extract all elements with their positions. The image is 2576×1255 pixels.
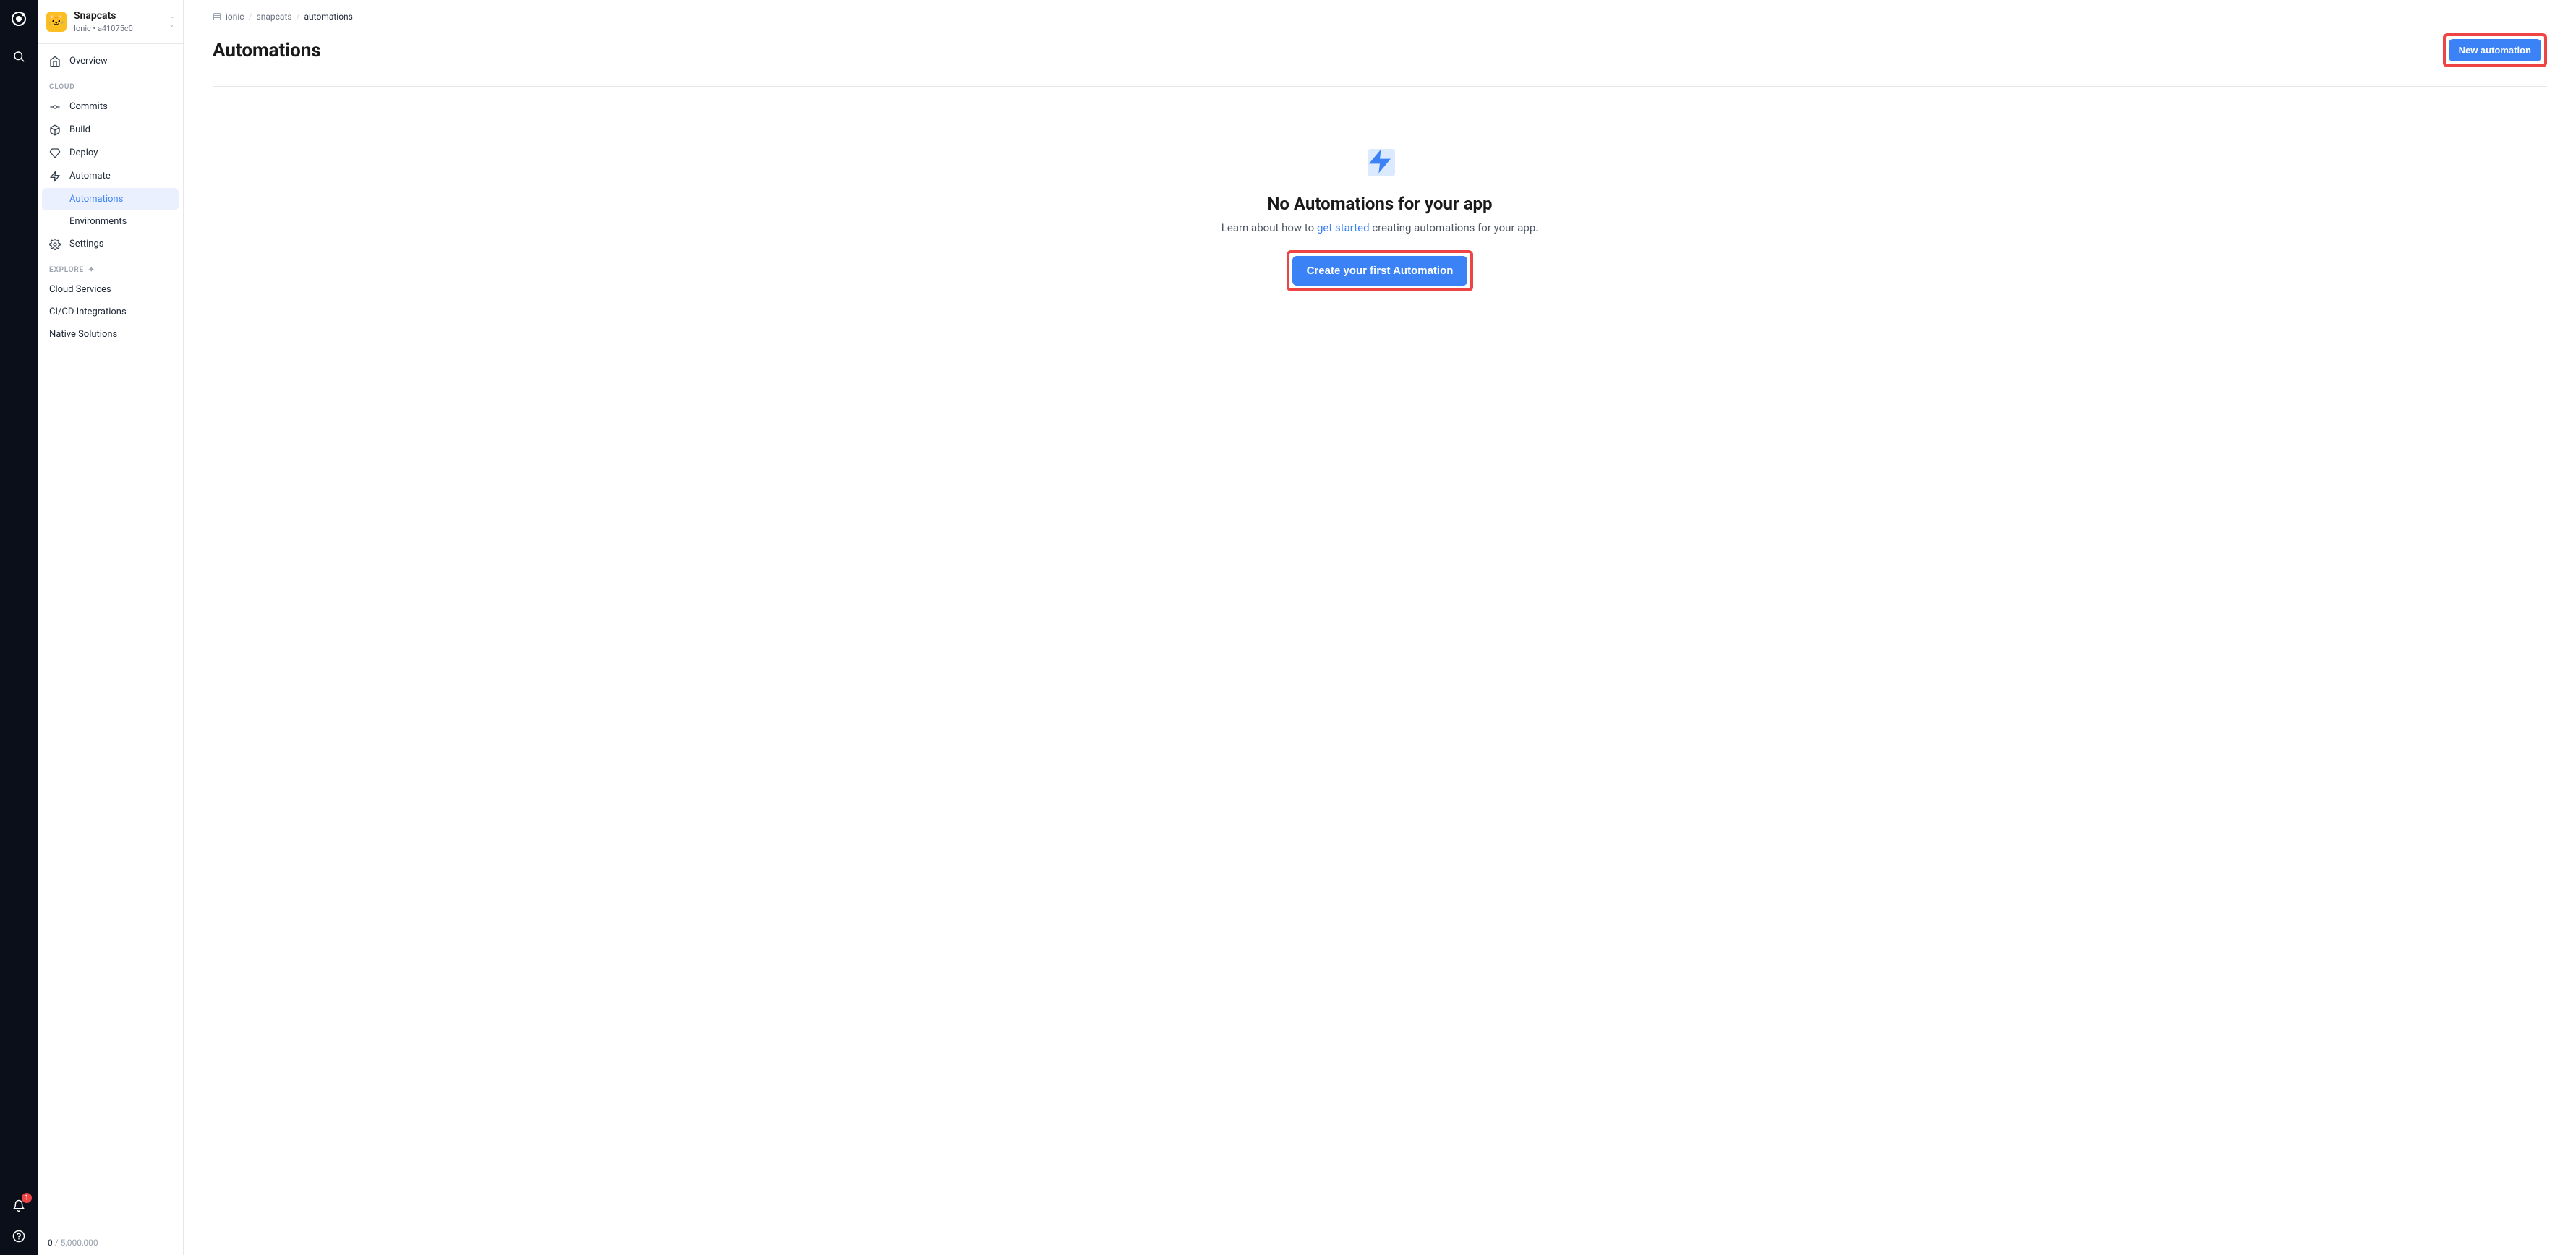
sidebar-item-automations[interactable]: Automations xyxy=(42,188,179,210)
app-rail: 1 xyxy=(0,0,38,1255)
notification-badge: 1 xyxy=(22,1193,32,1203)
project-avatar: 🐱 xyxy=(46,12,67,32)
project-meta: Ionic • a41075c0 xyxy=(74,24,169,33)
sidebar-item-cloud-services[interactable]: Cloud Services xyxy=(42,278,179,301)
sidebar-item-settings[interactable]: Settings xyxy=(42,233,179,256)
breadcrumb-org[interactable]: ionic xyxy=(226,12,244,22)
sidebar-item-label: Overview xyxy=(69,56,108,67)
project-switcher[interactable]: 🐱 Snapcats Ionic • a41075c0 ⌃⌃ xyxy=(38,0,183,44)
sidebar-item-label: Cloud Services xyxy=(49,284,111,295)
sidebar-item-overview[interactable]: Overview xyxy=(42,50,179,73)
sidebar-item-label: Native Solutions xyxy=(49,329,117,340)
sidebar-item-label: Automate xyxy=(69,171,111,181)
help-icon[interactable] xyxy=(10,1228,27,1245)
bolt-icon xyxy=(1363,145,1396,178)
highlight-annotation: Create your first Automation xyxy=(1287,250,1474,291)
highlight-annotation: New automation xyxy=(2443,33,2547,67)
sidebar-item-commits[interactable]: Commits xyxy=(42,95,179,119)
usage-footer[interactable]: 0 / 5,000,000 xyxy=(38,1230,183,1255)
ionic-logo-icon[interactable] xyxy=(10,10,27,27)
empty-state: No Automations for your app Learn about … xyxy=(1177,145,1582,291)
sidebar-item-deploy[interactable]: Deploy xyxy=(42,142,179,165)
sidebar-item-build[interactable]: Build xyxy=(42,119,179,142)
usage-current: 0 xyxy=(48,1238,53,1248)
cube-icon xyxy=(49,124,61,136)
breadcrumb-app[interactable]: snapcats xyxy=(257,12,292,22)
project-name: Snapcats xyxy=(74,10,169,22)
sidebar-item-label: CI/CD Integrations xyxy=(49,307,127,317)
org-icon xyxy=(213,12,221,21)
main-content: ionic / snapcats / automations Automatio… xyxy=(184,0,2576,1255)
home-icon xyxy=(49,56,61,67)
sidebar-item-native[interactable]: Native Solutions xyxy=(42,323,179,346)
empty-state-title: No Automations for your app xyxy=(1177,194,1582,214)
chevron-up-down-icon: ⌃⌃ xyxy=(169,17,174,26)
new-automation-button[interactable]: New automation xyxy=(2449,39,2541,61)
empty-state-subtitle: Learn about how to get started creating … xyxy=(1177,221,1582,234)
search-icon[interactable] xyxy=(10,48,27,65)
sidebar-item-cicd[interactable]: CI/CD Integrations xyxy=(42,301,179,323)
sidebar-item-label: Automations xyxy=(69,194,123,205)
sidebar-section-cloud: CLOUD xyxy=(42,73,179,95)
sidebar-item-label: Settings xyxy=(69,239,103,249)
breadcrumb: ionic / snapcats / automations xyxy=(213,12,2547,22)
sparkle-icon: ✦ xyxy=(88,266,95,274)
sidebar-item-label: Commits xyxy=(69,101,108,112)
notifications-icon[interactable]: 1 xyxy=(10,1197,27,1215)
gear-icon xyxy=(49,239,61,250)
sidebar-item-automate[interactable]: Automate xyxy=(42,165,179,188)
bolt-icon xyxy=(49,171,61,182)
usage-limit: 5,000,000 xyxy=(61,1238,98,1248)
sidebar-section-explore: EXPLORE ✦ xyxy=(42,256,179,278)
diamond-icon xyxy=(49,147,61,159)
commit-icon xyxy=(49,101,61,113)
get-started-link[interactable]: get started xyxy=(1317,221,1370,234)
sidebar-item-label: Environments xyxy=(69,216,127,227)
breadcrumb-current: automations xyxy=(304,12,353,22)
sidebar-item-environments[interactable]: Environments xyxy=(42,210,179,233)
sidebar-item-label: Build xyxy=(69,124,90,135)
sidebar-item-label: Deploy xyxy=(69,147,98,158)
create-first-automation-button[interactable]: Create your first Automation xyxy=(1292,256,1468,286)
page-title: Automations xyxy=(213,40,321,61)
sidebar: 🐱 Snapcats Ionic • a41075c0 ⌃⌃ Overview … xyxy=(38,0,184,1255)
